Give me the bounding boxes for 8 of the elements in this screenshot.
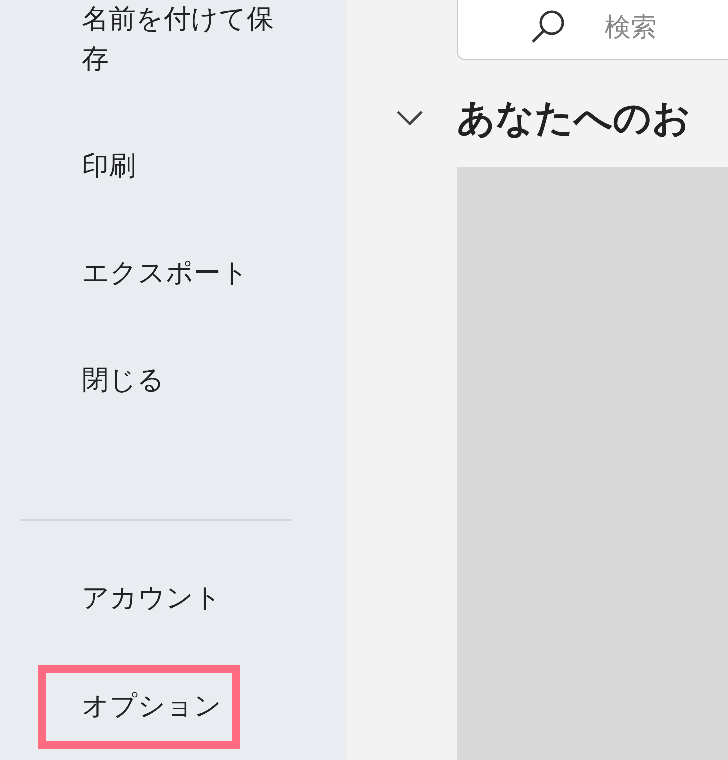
search-field[interactable]: 検索 xyxy=(605,13,685,43)
section-title: あなたへのお xyxy=(457,94,691,142)
menu-item[interactable]: 閉じる xyxy=(38,339,240,423)
menu-item[interactable]: エクスポート xyxy=(38,232,265,316)
menu-item[interactable]: オプション xyxy=(38,665,240,749)
menu-item[interactable]: 印刷 xyxy=(38,125,240,209)
menu-item[interactable]: 名前を付けて保存 xyxy=(38,0,300,102)
menu-item[interactable]: アカウント xyxy=(38,557,240,641)
